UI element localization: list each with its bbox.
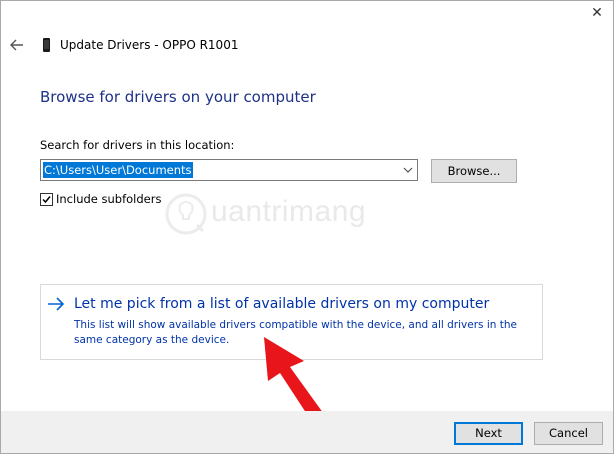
back-button[interactable] — [9, 37, 25, 53]
back-arrow-icon[interactable] — [9, 37, 25, 53]
browse-button-label: Browse... — [447, 164, 501, 178]
checkmark-icon — [42, 196, 51, 204]
search-path-combobox[interactable]: C:\Users\User\Documents — [40, 159, 418, 181]
phone-icon — [43, 38, 50, 52]
browse-button[interactable]: Browse... — [431, 159, 517, 183]
chevron-down-icon[interactable] — [402, 163, 414, 177]
close-button[interactable]: ✕ — [587, 5, 607, 21]
include-subfolders-label[interactable]: Include subfolders — [56, 192, 161, 206]
search-path-value[interactable]: C:\Users\User\Documents — [43, 162, 193, 178]
page-title: Browse for drivers on your computer — [40, 88, 316, 106]
update-drivers-window: ✕ Update Drivers - OPPO R1001 Browse for… — [0, 0, 614, 454]
cancel-button-label: Cancel — [549, 426, 588, 440]
right-arrow-icon[interactable] — [47, 297, 65, 311]
next-button[interactable]: Next — [454, 422, 523, 445]
watermark-logo-icon — [165, 193, 207, 235]
close-icon[interactable]: ✕ — [591, 5, 603, 21]
next-button-label: Next — [475, 426, 502, 440]
watermark: uantrimang — [161, 191, 401, 241]
pick-option-title[interactable]: Let me pick from a list of available dri… — [74, 296, 489, 312]
cancel-button[interactable]: Cancel — [534, 422, 603, 445]
window-title: Update Drivers - OPPO R1001 — [60, 38, 239, 52]
search-location-label: Search for drivers in this location: — [40, 138, 235, 152]
include-subfolders-checkbox[interactable] — [40, 193, 53, 206]
watermark-text: uantrimang — [211, 195, 367, 228]
